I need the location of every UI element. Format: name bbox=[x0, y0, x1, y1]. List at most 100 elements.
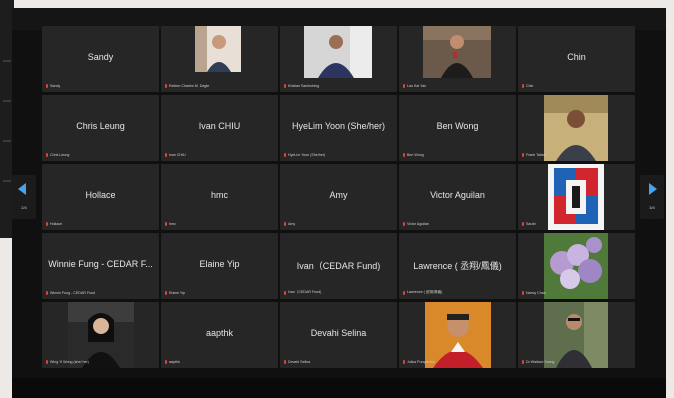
muted-mic-icon bbox=[284, 222, 286, 226]
participant-tile[interactable]: Ivan CHIU Ivan CHIU bbox=[161, 95, 278, 161]
muted-mic-icon bbox=[522, 222, 524, 226]
muted-mic-icon bbox=[522, 291, 524, 295]
muted-mic-icon bbox=[165, 84, 167, 88]
participant-name-large: Ben Wong bbox=[436, 121, 479, 131]
participant-name-footer: hmc bbox=[165, 222, 276, 226]
participant-tile[interactable]: Kristian Sambohing bbox=[280, 26, 397, 92]
muted-mic-icon bbox=[403, 84, 405, 88]
participant-name-footer: Winnie Fung - CEDAR Fund bbox=[46, 291, 157, 295]
participant-tile[interactable]: Reldon Charles M. Dagle bbox=[161, 26, 278, 92]
participant-name-large: aapthk bbox=[205, 328, 234, 338]
muted-mic-icon bbox=[46, 222, 48, 226]
participant-name-footer: Nancy Chan bbox=[522, 291, 633, 295]
participant-name-footer: Victor Aguilan bbox=[403, 222, 514, 226]
participant-tile[interactable]: Dr Wallace Young bbox=[518, 302, 635, 368]
participant-name-footer: Chin bbox=[522, 84, 633, 88]
participant-tile[interactable]: Elaine Yip Elaine Yip bbox=[161, 233, 278, 299]
participant-name-footer: Elaine Yip bbox=[165, 291, 276, 295]
participant-tile[interactable]: Chin Chin bbox=[518, 26, 635, 92]
muted-mic-icon bbox=[403, 290, 405, 295]
participant-name-footer: Dr Wallace Young bbox=[522, 360, 633, 364]
participant-name-large: Ivan（CEDAR Fund) bbox=[296, 261, 381, 271]
participant-tile[interactable]: aapthk aapthk bbox=[161, 302, 278, 368]
participant-name-footer: HyeLim Yoon (She/her) bbox=[284, 153, 395, 157]
participant-name-large: Amy bbox=[329, 190, 348, 200]
participant-tile[interactable]: Hollace Hollace bbox=[42, 164, 159, 230]
participant-name-footer: Chris Leung bbox=[46, 153, 157, 157]
muted-mic-icon bbox=[403, 153, 405, 157]
muted-mic-icon bbox=[165, 222, 167, 226]
muted-mic-icon bbox=[165, 360, 167, 364]
participant-video bbox=[425, 302, 491, 368]
muted-mic-icon bbox=[403, 360, 405, 364]
participant-name-large: Winnie Fung - CEDAR F... bbox=[48, 259, 153, 269]
participant-tile[interactable]: Frank Tatlan bbox=[518, 95, 635, 161]
participant-video bbox=[544, 302, 608, 368]
participant-name-footer: Amy bbox=[284, 222, 395, 226]
page-indicator: 3/4 bbox=[649, 205, 655, 210]
participant-name-footer: Lawrence ( 丞翔/鳳儀) bbox=[403, 290, 514, 295]
participant-video bbox=[68, 302, 134, 368]
participant-tile[interactable]: Ivan（CEDAR Fund) Ivan（CEDAR Fund) bbox=[280, 233, 397, 299]
participant-tile[interactable]: Victor Aguilan Victor Aguilan bbox=[399, 164, 516, 230]
participant-name-large: Lawrence ( 丞翔/鳳儀) bbox=[413, 261, 502, 271]
gallery-grid: Sandy Sandy Reldon Charles M. Dagle Kris… bbox=[42, 26, 636, 372]
next-page-button[interactable]: 3/4 bbox=[640, 175, 664, 219]
participant-name-footer: Lau Kai Yan bbox=[403, 84, 514, 88]
participant-name-footer: Julius Purquerino bbox=[403, 360, 514, 364]
participant-name-footer: Frank Tatlan bbox=[522, 153, 633, 157]
muted-mic-icon bbox=[403, 222, 405, 226]
participant-name-large: Victor Aguilan bbox=[430, 190, 485, 200]
participant-tile[interactable]: hmc hmc bbox=[161, 164, 278, 230]
arrow-left-icon bbox=[18, 183, 26, 195]
participant-name-large: Chris Leung bbox=[76, 121, 125, 131]
muted-mic-icon bbox=[284, 84, 286, 88]
participant-tile[interactable]: Chris Leung Chris Leung bbox=[42, 95, 159, 161]
participant-name-footer: Hollace bbox=[46, 222, 157, 226]
muted-mic-icon bbox=[165, 291, 167, 295]
participant-name-footer: Devahi Selina bbox=[284, 360, 395, 364]
participant-video bbox=[423, 26, 491, 78]
muted-mic-icon bbox=[522, 84, 524, 88]
arrow-right-icon bbox=[649, 183, 657, 195]
previous-page-button[interactable]: 2/4 bbox=[12, 175, 36, 219]
muted-mic-icon bbox=[522, 360, 524, 364]
participant-tile[interactable]: Lawrence ( 丞翔/鳳儀) Lawrence ( 丞翔/鳳儀) bbox=[399, 233, 516, 299]
participant-tile[interactable]: Sandy Sandy bbox=[42, 26, 159, 92]
participant-tile[interactable]: Amy Amy bbox=[280, 164, 397, 230]
participant-name-footer: Wing Yi Wong (she/ her) bbox=[46, 360, 157, 364]
participant-tile[interactable]: HyeLim Yoon (She/her) HyeLim Yoon (She/h… bbox=[280, 95, 397, 161]
meeting-control-bar bbox=[12, 378, 666, 398]
participant-tile[interactable]: Devahi Selina Devahi Selina bbox=[280, 302, 397, 368]
muted-mic-icon bbox=[46, 291, 48, 295]
participant-video bbox=[544, 233, 608, 299]
participant-tile[interactable]: Julius Purquerino bbox=[399, 302, 516, 368]
muted-mic-icon bbox=[284, 153, 286, 157]
participant-name-large: Elaine Yip bbox=[199, 259, 240, 269]
muted-mic-icon bbox=[522, 153, 524, 157]
participant-tile[interactable]: Wing Yi Wong (she/ her) bbox=[42, 302, 159, 368]
muted-mic-icon bbox=[46, 360, 48, 364]
participant-tile[interactable]: Sarah bbox=[518, 164, 635, 230]
participant-name-footer: Sandy bbox=[46, 84, 157, 88]
participant-name-footer: aapthk bbox=[165, 360, 276, 364]
page-indicator: 2/4 bbox=[21, 205, 27, 210]
participant-name-footer: Reldon Charles M. Dagle bbox=[165, 84, 276, 88]
participant-name-footer: Ben Wong bbox=[403, 153, 514, 157]
participant-name-large: Sandy bbox=[87, 52, 114, 62]
participant-name-footer: Ivan CHIU bbox=[165, 153, 276, 157]
muted-mic-icon bbox=[165, 153, 167, 157]
participant-video bbox=[195, 26, 241, 72]
participant-tile[interactable]: Nancy Chan bbox=[518, 233, 635, 299]
participant-avatar-logo bbox=[548, 164, 604, 230]
participant-tile[interactable]: Lau Kai Yan bbox=[399, 26, 516, 92]
participant-name-footer: Sarah bbox=[522, 222, 633, 226]
meeting-window: Sandy Sandy Reldon Charles M. Dagle Kris… bbox=[12, 8, 666, 398]
participant-tile[interactable]: Ben Wong Ben Wong bbox=[399, 95, 516, 161]
participant-tile[interactable]: Winnie Fung - CEDAR F... Winnie Fung - C… bbox=[42, 233, 159, 299]
participant-name-large: Devahi Selina bbox=[310, 328, 367, 338]
participant-name-footer: Ivan（CEDAR Fund) bbox=[284, 290, 395, 295]
participant-name-large: Ivan CHIU bbox=[198, 121, 241, 131]
participant-name-footer: Kristian Sambohing bbox=[284, 84, 395, 88]
participant-video bbox=[304, 26, 372, 78]
